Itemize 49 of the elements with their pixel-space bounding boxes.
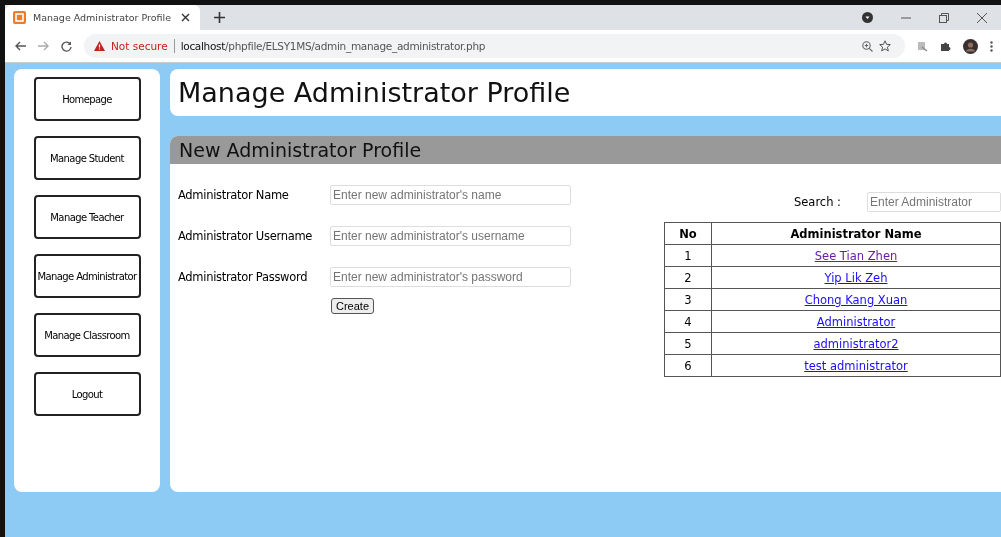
column-header: No (664, 222, 712, 245)
field-label: Administrator Password (178, 269, 309, 284)
avatar-icon[interactable] (963, 38, 978, 54)
field-label: Administrator Username (178, 228, 314, 243)
sidebar-button[interactable]: Manage Teacher (33, 195, 141, 239)
table-cell: 6 (664, 354, 712, 377)
close-icon[interactable] (977, 12, 987, 23)
table-cell: 2 (664, 266, 712, 289)
star-icon[interactable] (879, 40, 891, 52)
url-text: localhost/phpfile/ELSY1MS/admin_manage_administrator.php (180, 40, 486, 52)
input-field[interactable]: Enter new administrator's name (330, 184, 571, 205)
restore-icon[interactable] (939, 12, 949, 23)
url-field[interactable]: Not secure localhost/phpfile/ELSY1MS/admin_manage_administrator.php (84, 34, 905, 58)
table-cell: 4 (664, 310, 712, 333)
sidebar-button[interactable]: Manage Administrator (33, 254, 141, 298)
search-field[interactable]: Enter Administrator (867, 192, 1001, 212)
page-title: Manage Administrator Profile (178, 77, 571, 108)
sidebar-button[interactable]: Homepage (33, 77, 141, 121)
search-label: Search : (793, 195, 841, 209)
admin-link[interactable]: administrator2 (813, 336, 899, 351)
table-cell: 3 (664, 288, 712, 311)
media-control-icon[interactable] (862, 12, 873, 23)
table-cell: 5 (664, 332, 712, 355)
new-tab-icon[interactable] (214, 12, 225, 23)
zoom-icon[interactable] (862, 40, 873, 52)
field-label: Administrator Name (178, 187, 290, 202)
admin-link[interactable]: Yip Lik Zeh (824, 270, 888, 285)
input-field[interactable]: Enter new administrator's password (330, 266, 571, 287)
close-icon[interactable] (181, 13, 190, 22)
warning-icon (94, 41, 105, 51)
security-warning: Not secure (111, 40, 168, 52)
sidebar-button[interactable]: Logout (33, 372, 141, 416)
back-icon[interactable] (15, 41, 26, 51)
app-logo-icon (13, 11, 26, 24)
tab-title: Manage Administrator Profile (33, 12, 173, 23)
extension-icon[interactable] (917, 40, 928, 52)
reload-icon[interactable] (61, 40, 72, 52)
input-field[interactable]: Enter new administrator's username (330, 225, 571, 246)
table-cell: 1 (664, 244, 712, 267)
section-title: New Administrator Profile (170, 136, 1001, 164)
sidebar-button[interactable]: Manage Classroom (33, 313, 141, 357)
browser-tab[interactable]: Manage Administrator Profile (5, 5, 200, 30)
column-header: Administrator Name (711, 222, 1001, 245)
admin-link[interactable]: See Tian Zhen (814, 248, 898, 263)
puzzle-icon[interactable] (940, 40, 951, 52)
create-button[interactable]: Create (331, 298, 375, 314)
sidebar-button[interactable]: Manage Student (33, 136, 141, 180)
menu-icon[interactable] (990, 40, 993, 52)
admin-link[interactable]: Administrator (816, 314, 896, 329)
